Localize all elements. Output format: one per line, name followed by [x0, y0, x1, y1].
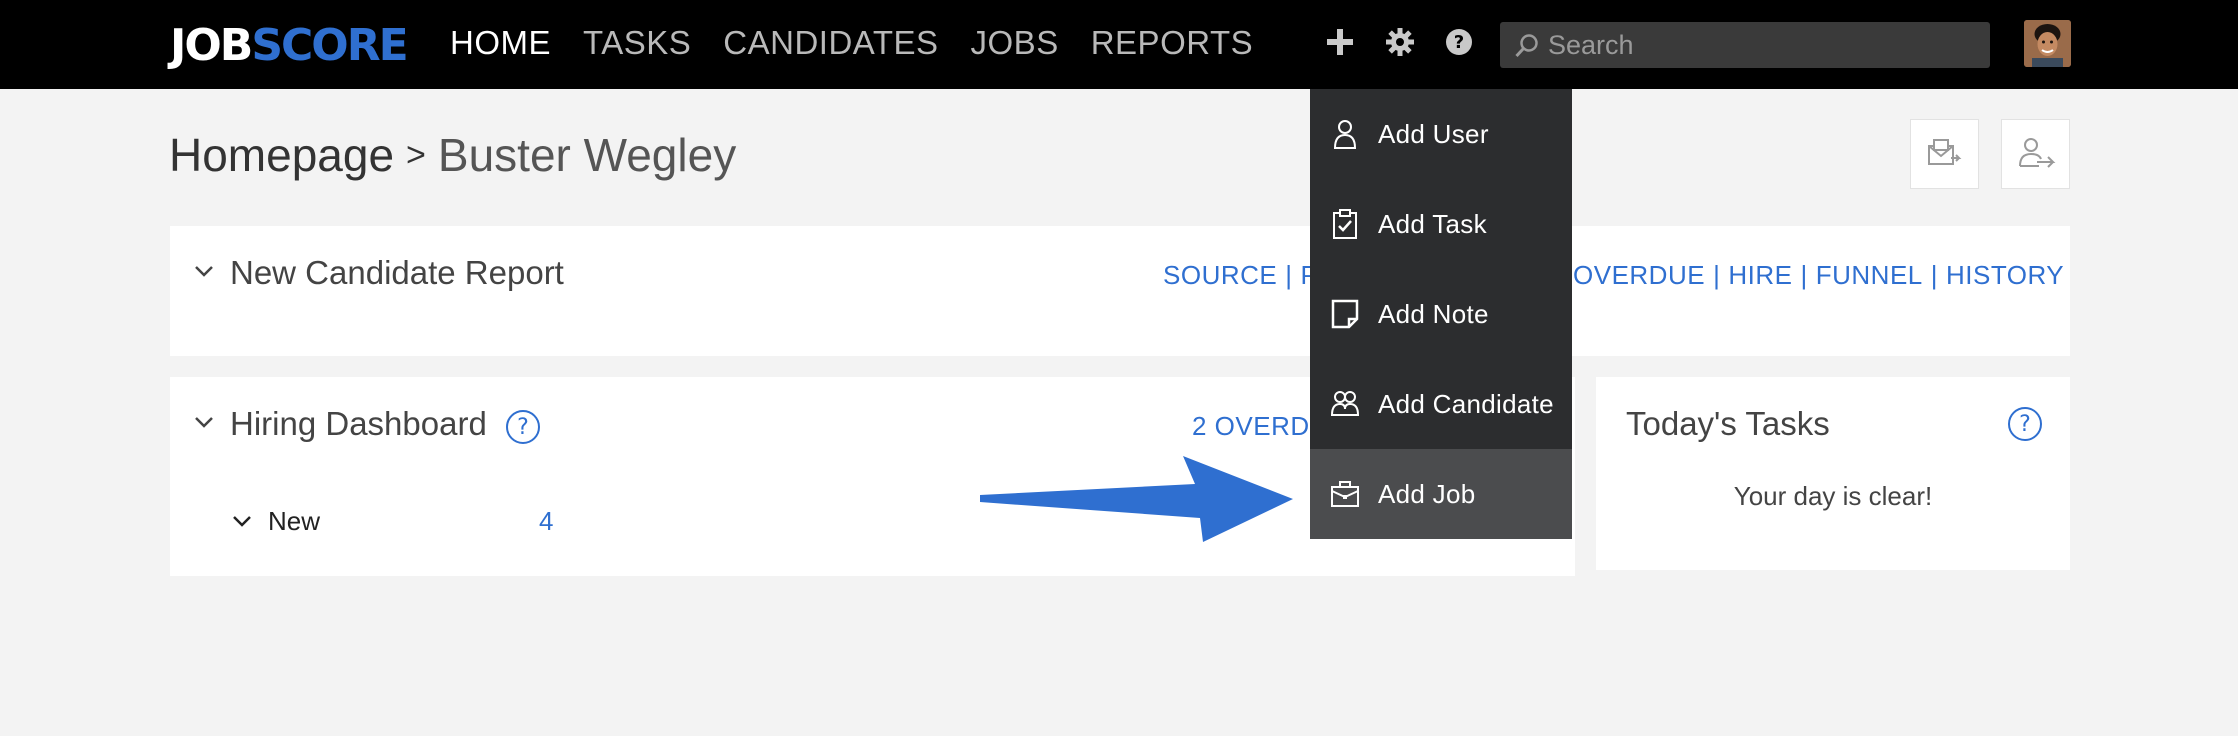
overdue-link[interactable]: 2 OVERD [1192, 411, 1310, 442]
todays-tasks-panel: Today's Tasks ? Your day is clear! [1596, 377, 2070, 570]
new-candidate-report-title: New Candidate Report [230, 254, 564, 291]
report-links-right: OVERDUE | HIRE | FUNNEL | HISTORY [1573, 260, 2064, 291]
link-separator: | [1800, 260, 1808, 290]
empty-tasks-message: Your day is clear! [1733, 481, 1933, 511]
report-link-funnel[interactable]: FUNNEL [1816, 260, 1923, 290]
search-icon [1515, 34, 1538, 58]
help-icon[interactable]: ? [1441, 24, 1477, 60]
report-links-left: SOURCE|P [1163, 260, 1318, 291]
menu-item-label: Add Note [1378, 298, 1489, 329]
menu-item-label: Add Candidate [1378, 388, 1554, 419]
email-candidates-button[interactable] [1910, 119, 1979, 189]
top-navigation-bar: JOBSCORE HOME TASKS CANDIDATES JOBS REPO… [0, 0, 2238, 89]
stage-count-new[interactable]: 4 [539, 506, 553, 537]
new-candidate-report-panel: New Candidate Report SOURCE|P OVERDUE|HI… [170, 226, 2070, 356]
add-candidate-menu-item[interactable]: Add Candidate [1310, 359, 1572, 449]
add-user-menu-item[interactable]: Add User [1310, 89, 1572, 179]
chevron-down-icon[interactable] [194, 415, 214, 429]
briefcase-icon [1330, 477, 1360, 511]
nav-candidates[interactable]: CANDIDATES [723, 24, 938, 62]
menu-item-label: Add Job [1378, 478, 1476, 509]
nav-home[interactable]: HOME [450, 24, 551, 62]
nav-reports[interactable]: REPORTS [1091, 24, 1253, 62]
menu-item-label: Add User [1378, 118, 1489, 149]
plus-icon[interactable] [1322, 24, 1358, 60]
gear-icon[interactable] [1382, 24, 1418, 60]
svg-text:?: ? [1454, 32, 1464, 53]
breadcrumb: Homepage > Buster Wegley [169, 128, 736, 182]
hiring-dashboard-title: Hiring Dashboard [230, 405, 487, 442]
report-link-overdue[interactable]: OVERDUE [1573, 260, 1705, 290]
chevron-down-icon[interactable] [194, 264, 214, 278]
transfer-candidate-button[interactable] [2001, 119, 2070, 189]
stage-label-new: New [268, 506, 321, 536]
logo-score-text: SCORE [251, 20, 408, 71]
user-icon [1330, 117, 1360, 151]
main-nav: HOME TASKS CANDIDATES JOBS REPORTS [450, 24, 1285, 62]
link-separator: | [1930, 260, 1939, 290]
report-link-history[interactable]: HISTORY [1946, 260, 2064, 290]
report-link-source[interactable]: SOURCE [1163, 260, 1277, 290]
nav-jobs[interactable]: JOBS [971, 24, 1059, 62]
breadcrumb-separator: > [406, 135, 426, 174]
nav-tasks[interactable]: TASKS [583, 24, 691, 62]
link-separator: | [1713, 260, 1721, 290]
jobscore-logo[interactable]: JOBSCORE [170, 20, 409, 71]
clipboard-check-icon [1330, 207, 1360, 241]
report-link-hire[interactable]: HIRE [1728, 260, 1792, 290]
person-arrow-icon [2018, 138, 2055, 168]
add-note-menu-item[interactable]: Add Note [1310, 269, 1572, 359]
menu-item-label: Add Task [1378, 208, 1487, 239]
add-task-menu-item[interactable]: Add Task [1310, 179, 1572, 269]
chevron-down-icon[interactable] [232, 514, 252, 528]
help-icon[interactable]: ? [506, 410, 540, 444]
breadcrumb-homepage[interactable]: Homepage [169, 128, 394, 182]
link-separator: | [1285, 260, 1293, 290]
note-icon [1330, 297, 1360, 331]
search-box [1500, 22, 1990, 68]
todays-tasks-title: Today's Tasks [1626, 405, 1830, 442]
search-input[interactable] [1548, 22, 1968, 68]
help-icon[interactable]: ? [2008, 407, 2042, 441]
logo-job-text: JOB [170, 20, 253, 71]
candidates-icon [1330, 387, 1360, 421]
avatar[interactable] [2024, 20, 2071, 67]
add-job-menu-item[interactable]: Add Job [1310, 449, 1572, 539]
email-tray-icon [1927, 139, 1961, 165]
page-title: Buster Wegley [437, 129, 737, 181]
add-menu-dropdown: Add User Add Task Add Note Add Candidate… [1310, 89, 1572, 539]
pointer-arrow-annotation [980, 456, 1293, 542]
